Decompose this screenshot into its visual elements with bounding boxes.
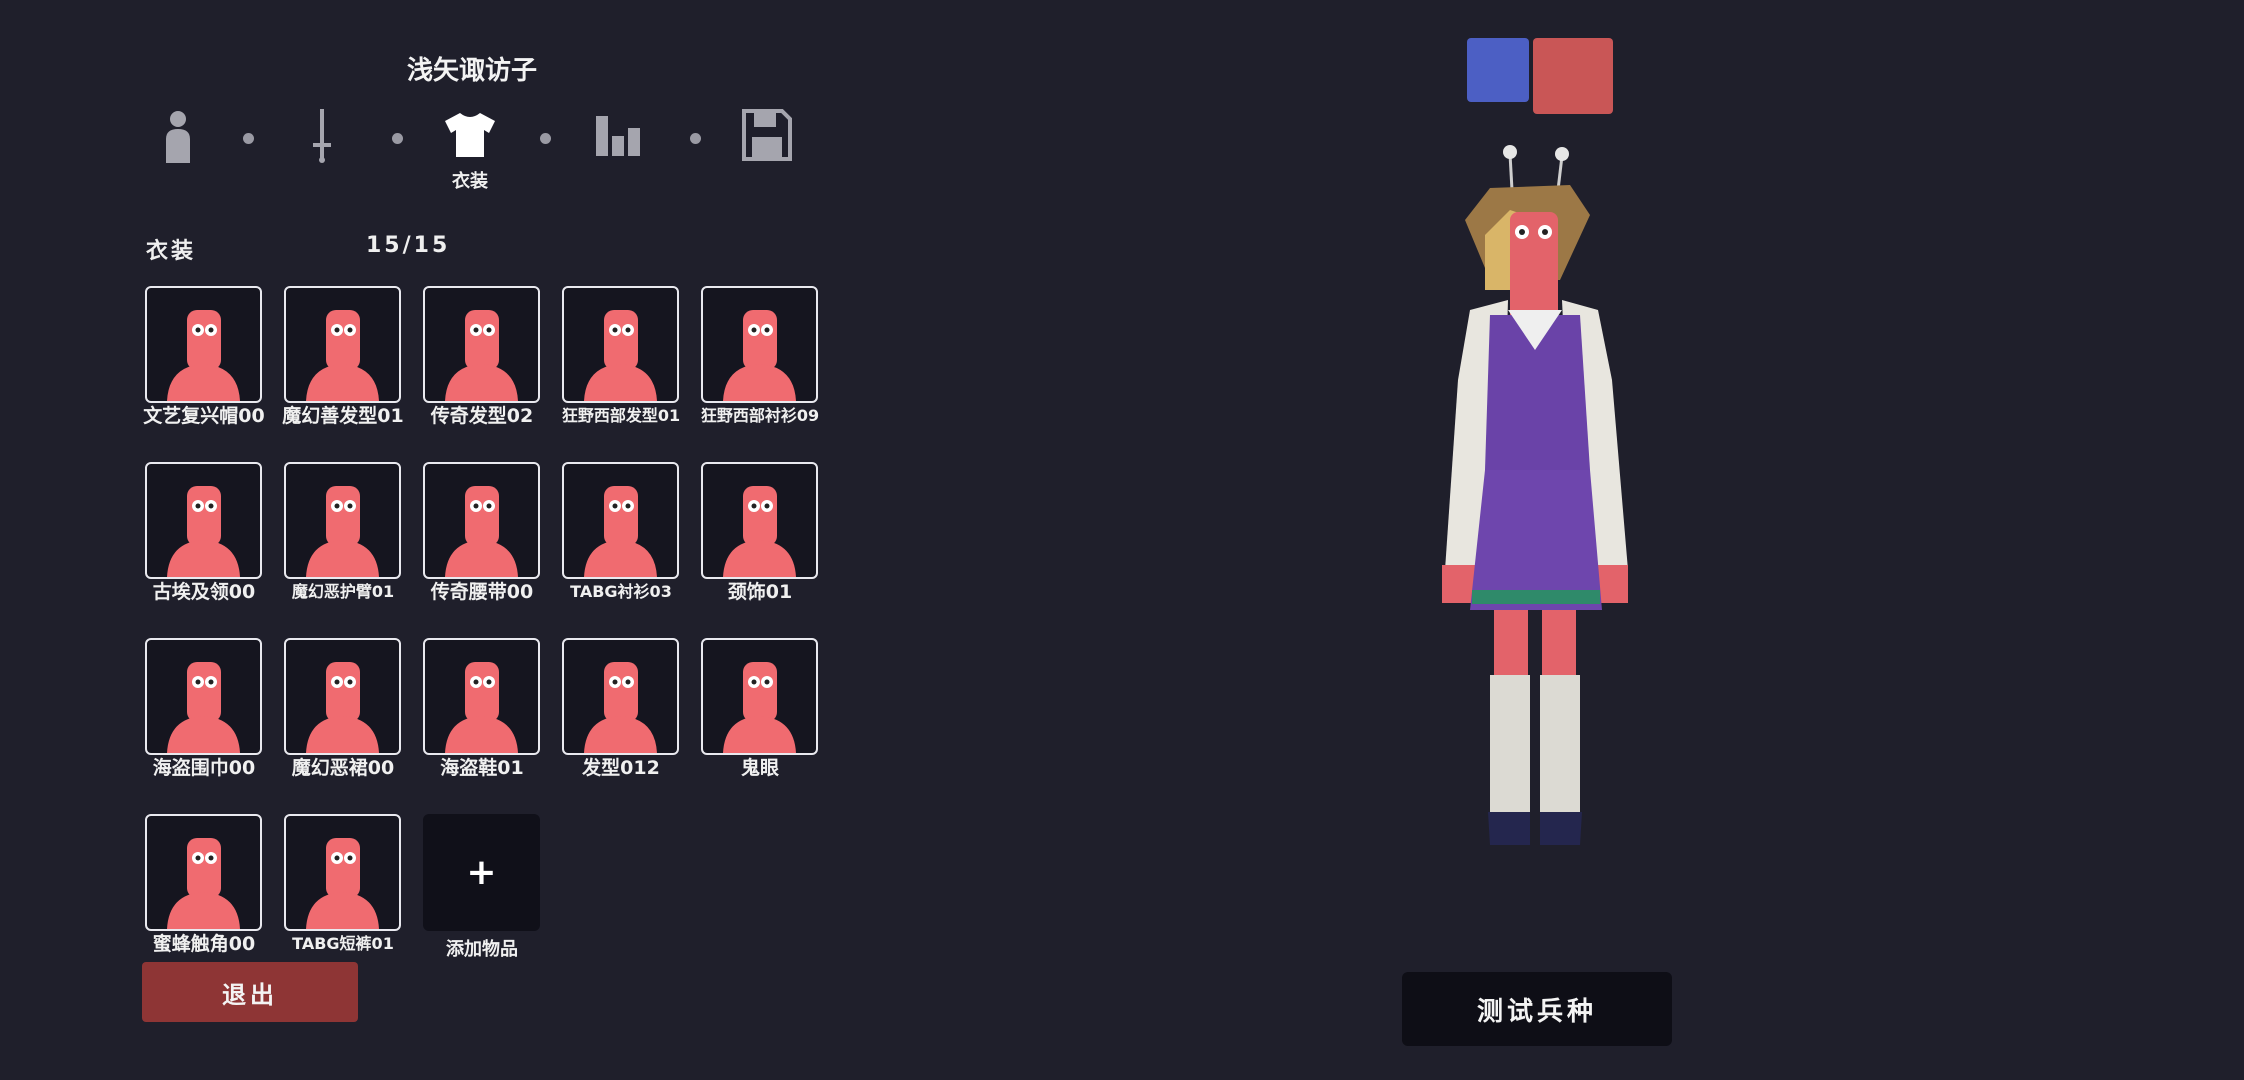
item-thumbnail	[145, 814, 262, 931]
clothing-item[interactable]: 海盗鞋01	[423, 638, 541, 808]
unit-creator-screen: 浅矢诹访子 衣装 衣装 15/15 文艺复兴帽00 魔幻善发型01 传奇发型02…	[0, 0, 2244, 1080]
item-label: TABG短裤01	[292, 934, 394, 953]
item-thumbnail	[562, 638, 679, 755]
step-dot	[690, 133, 701, 144]
item-label: 文艺复兴帽00	[143, 405, 265, 427]
team-red-swatch[interactable]	[1533, 38, 1613, 114]
item-thumbnail	[701, 286, 818, 403]
exit-button[interactable]: 退出	[142, 962, 358, 1022]
item-thumbnail	[145, 462, 262, 579]
clothing-item[interactable]: 狂野西部衬衫09	[701, 286, 819, 456]
item-thumbnail	[284, 462, 401, 579]
item-label: 魔幻善发型01	[282, 405, 404, 427]
plus-icon: +	[423, 814, 540, 931]
clothing-item[interactable]: 魔幻恶护臂01	[284, 462, 402, 632]
step-navigation: 衣装	[140, 105, 800, 195]
item-thumbnail	[284, 286, 401, 403]
clothing-item[interactable]: 海盗围巾00	[145, 638, 263, 808]
sword-icon	[294, 105, 350, 165]
item-thumbnail	[423, 286, 540, 403]
step-unit[interactable]	[143, 105, 213, 195]
item-thumbnail	[562, 462, 679, 579]
clothing-item[interactable]: 传奇发型02	[423, 286, 541, 456]
character-preview[interactable]	[1390, 140, 1690, 920]
clothing-item[interactable]: 文艺复兴帽00	[143, 286, 265, 456]
save-icon	[739, 105, 795, 165]
item-thumbnail	[423, 462, 540, 579]
clothing-grid: 文艺复兴帽00 魔幻善发型01 传奇发型02 狂野西部发型01 狂野西部衬衫09 古埃及领…	[143, 286, 825, 976]
section-title: 衣装	[146, 239, 197, 264]
item-thumbnail	[284, 814, 401, 931]
item-label: 鬼眼	[740, 757, 779, 779]
item-thumbnail	[145, 286, 262, 403]
stats-icon	[592, 105, 648, 165]
item-label: 狂野西部衬衫09	[700, 406, 820, 425]
step-dot	[392, 133, 403, 144]
item-label: 狂野西部发型01	[561, 406, 681, 425]
step-dot	[243, 133, 254, 144]
step-save[interactable]	[732, 105, 802, 195]
clothing-item[interactable]: 狂野西部发型01	[562, 286, 680, 456]
item-label: 海盗鞋01	[440, 757, 524, 779]
shirt-icon	[442, 105, 498, 165]
unit-name[interactable]: 浅矢诹访子	[142, 50, 802, 87]
item-label: 魔幻恶护臂01	[291, 582, 395, 601]
clothing-item[interactable]: 魔幻恶裙00	[284, 638, 402, 808]
clothing-item[interactable]: 魔幻善发型01	[282, 286, 404, 456]
item-thumbnail	[284, 638, 401, 755]
clothing-item[interactable]: TABG衬衫03	[562, 462, 680, 632]
unit-icon	[150, 105, 206, 165]
step-label: 衣装	[452, 171, 488, 192]
add-item-label: 添加物品	[446, 939, 518, 960]
team-blue-swatch[interactable]	[1467, 38, 1529, 102]
step-weapons[interactable]	[287, 105, 357, 195]
clothing-item[interactable]: 古埃及领00	[145, 462, 263, 632]
clothing-item[interactable]: 颈饰01	[701, 462, 819, 632]
clothing-item[interactable]: 发型012	[562, 638, 680, 808]
item-label: 颈饰01	[727, 581, 793, 603]
item-thumbnail	[701, 638, 818, 755]
item-thumbnail	[701, 462, 818, 579]
item-label: 魔幻恶裙00	[291, 757, 395, 779]
add-item-button[interactable]: + 添加物品	[423, 814, 541, 984]
test-unit-button[interactable]: 测试兵种	[1402, 972, 1672, 1046]
item-label: 发型012	[582, 757, 660, 779]
step-stats[interactable]	[585, 105, 655, 195]
clothing-item[interactable]: 鬼眼	[701, 638, 819, 808]
step-dot	[540, 133, 551, 144]
clothing-item[interactable]: TABG短裤01	[284, 814, 402, 984]
item-thumbnail	[423, 638, 540, 755]
step-clothing[interactable]: 衣装	[435, 105, 505, 195]
item-label: 传奇腰带00	[430, 581, 534, 603]
clothing-item[interactable]: 传奇腰带00	[423, 462, 541, 632]
item-label: TABG衬衫03	[570, 582, 672, 601]
item-label: 海盗围巾00	[152, 757, 256, 779]
item-count: 15/15	[366, 233, 451, 258]
item-label: 蜜蜂触角00	[152, 933, 256, 955]
item-label: 传奇发型02	[430, 405, 534, 427]
clothing-item[interactable]: 蜜蜂触角00	[145, 814, 263, 984]
item-thumbnail	[562, 286, 679, 403]
item-label: 古埃及领00	[152, 581, 256, 603]
item-thumbnail	[145, 638, 262, 755]
